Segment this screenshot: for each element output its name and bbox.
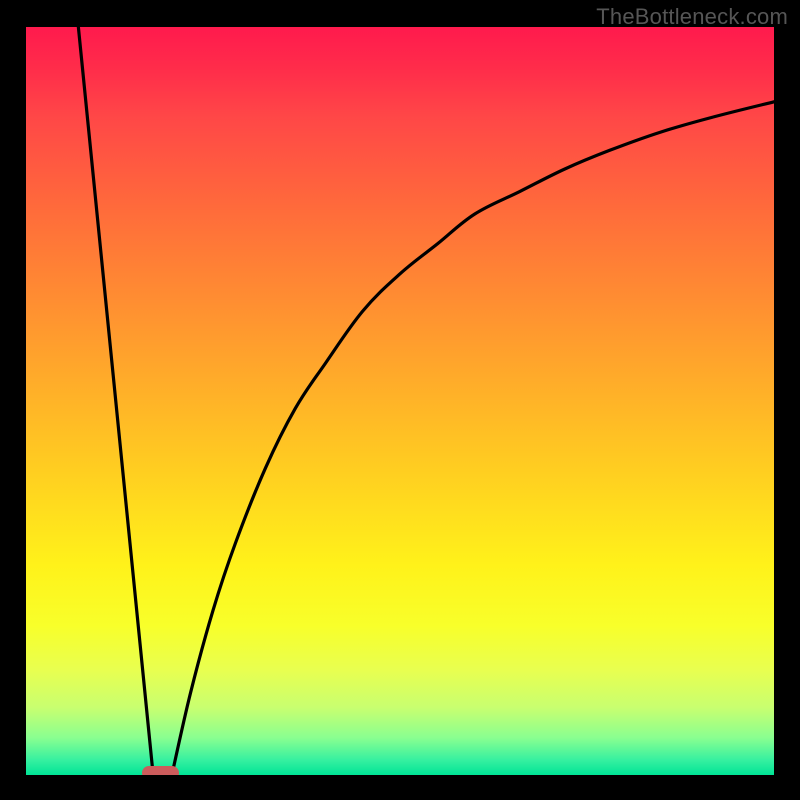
curve-layer [26,27,774,775]
curve-left-segment [78,27,153,775]
min-marker [142,766,179,775]
plot-area [26,27,774,775]
chart-frame: TheBottleneck.com [0,0,800,800]
watermark-text: TheBottleneck.com [596,4,788,30]
curve-right-segment [172,102,774,775]
